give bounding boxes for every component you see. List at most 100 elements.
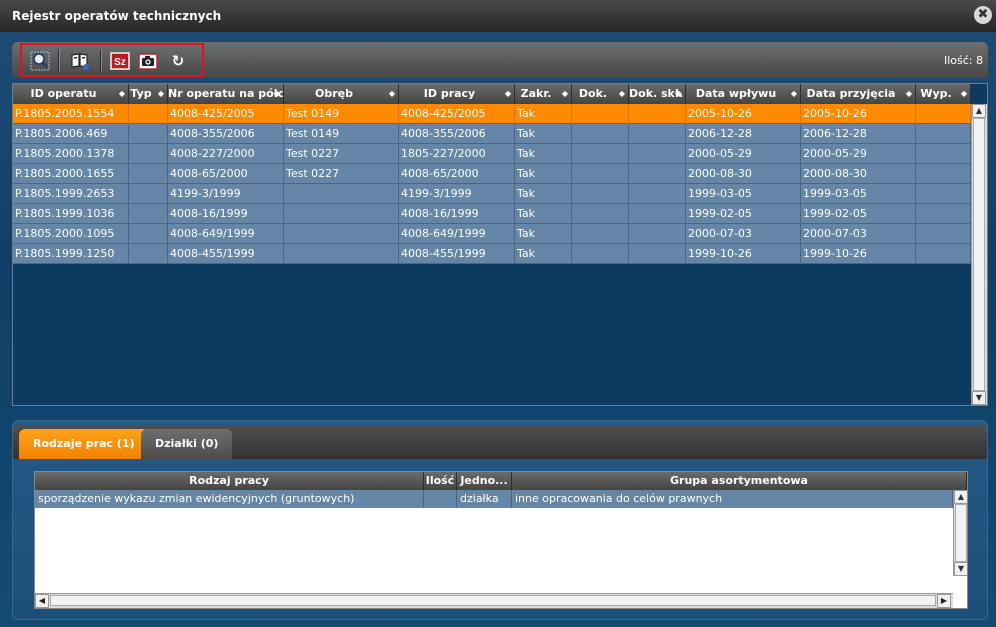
details-tabbar: Rodzaje prac (1) Działki (0)	[13, 425, 987, 459]
table-cell: 4008-425/2005	[399, 104, 515, 124]
table-row[interactable]: P.1805.2000.1378 4008-227/2000 Test 0227 18…	[13, 144, 971, 164]
table-cell	[629, 204, 686, 224]
table-cell	[284, 204, 399, 224]
tab-dzialki[interactable]: Działki (0)	[141, 429, 233, 459]
table-cell: 4008-16/1999	[168, 204, 284, 224]
scroll-left-button[interactable]: ◀	[35, 594, 49, 608]
table-cell: 2000-08-30	[686, 164, 801, 184]
scroll-down-button[interactable]: ▼	[972, 391, 986, 405]
column-header[interactable]: Typ ◆	[129, 84, 168, 104]
tab-rodzaje-prac[interactable]: Rodzaje prac (1)	[19, 429, 149, 459]
table-cell: P.1805.1999.1250	[13, 244, 129, 264]
search-preview-button[interactable]	[30, 51, 50, 71]
sort-arrows-icon: ◆	[504, 89, 511, 98]
table-cell	[572, 184, 629, 204]
sort-arrows-icon: ◆	[960, 89, 967, 98]
column-header-label: Dok.	[578, 87, 608, 100]
table-cell	[284, 244, 399, 264]
scroll-thumb[interactable]	[50, 595, 936, 606]
table-cell	[629, 224, 686, 244]
table-row[interactable]: P.1805.2000.1655 4008-65/2000 Test 0227 400…	[13, 164, 971, 184]
column-header[interactable]: Zakr. ◆	[515, 84, 572, 104]
svg-text:Sz: Sz	[114, 57, 126, 68]
arrow-left-icon: ◀	[38, 596, 46, 605]
toolbar-separator	[58, 50, 60, 72]
table-cell	[916, 244, 971, 264]
table-cell	[572, 124, 629, 144]
table-cell: Tak	[515, 244, 572, 264]
book-icon	[71, 53, 89, 70]
table-cell	[572, 244, 629, 264]
open-book-button[interactable]	[70, 51, 90, 71]
column-header-label: ID operatu	[30, 87, 97, 100]
column-header[interactable]: Obręb ◆	[284, 84, 399, 104]
column-header[interactable]: Dok. skł. ◆	[629, 84, 686, 104]
table-cell: 2000-05-29	[801, 144, 916, 164]
table-cell: 4008-355/2006	[399, 124, 515, 144]
table-cell	[572, 104, 629, 124]
scroll-up-button[interactable]: ▲	[954, 490, 967, 504]
column-header[interactable]: Grupa asortymentowa	[512, 472, 967, 490]
table-cell	[129, 224, 168, 244]
cell-jednostka: działka	[457, 490, 512, 508]
scroll-up-button[interactable]: ▲	[972, 104, 986, 118]
column-header[interactable]: Data wpływu ◆	[686, 84, 801, 104]
column-header[interactable]: ID pracy ◆	[399, 84, 515, 104]
subtable-vertical-scrollbar[interactable]: ▲ ▼	[953, 490, 967, 576]
toolbar-highlighted-group: Sz ↻	[20, 43, 204, 77]
column-header-label: ID pracy	[423, 87, 476, 100]
close-button[interactable]: ✖	[974, 6, 992, 24]
table-cell	[284, 224, 399, 244]
table-cell: Tak	[515, 184, 572, 204]
scroll-thumb[interactable]	[955, 504, 967, 562]
table-cell: P.1805.2000.1378	[13, 144, 129, 164]
subtable-horizontal-scrollbar[interactable]: ◀ ▶	[35, 593, 953, 608]
table-row[interactable]: P.1805.2005.1554 4008-425/2005 Test 0149 40…	[13, 104, 971, 124]
table-cell: 2000-08-30	[801, 164, 916, 184]
scroll-right-button[interactable]: ▶	[937, 594, 951, 608]
table-cell	[572, 224, 629, 244]
refresh-button[interactable]: ↻	[168, 51, 188, 71]
column-header[interactable]: Rodzaj pracy	[35, 472, 424, 490]
table-header: ID operatu ◆ Typ ◆ Nr operatu na półce ◆ Obręb…	[13, 84, 971, 104]
table-row[interactable]: P.1805.1999.2653 4199-3/1999 4199-3/1999 Ta…	[13, 184, 971, 204]
table-cell	[284, 184, 399, 204]
table-cell	[916, 184, 971, 204]
table-cell: Tak	[515, 104, 572, 124]
table-row[interactable]: sporządzenie wykazu zmian ewidencyjnych …	[35, 490, 953, 508]
table-cell	[629, 144, 686, 164]
column-header[interactable]: Ilość	[424, 472, 457, 490]
column-header[interactable]: Wyp. ◆	[916, 84, 971, 104]
table-cell	[129, 124, 168, 144]
sz-button[interactable]: Sz	[110, 51, 130, 71]
arrow-up-icon: ▲	[957, 492, 965, 501]
table-vertical-scrollbar[interactable]: ▲ ▼	[971, 104, 987, 405]
table-cell: P.1805.2000.1655	[13, 164, 129, 184]
table-cell: 4008-455/1999	[168, 244, 284, 264]
table-cell	[916, 224, 971, 244]
window-titlebar: Rejestr operatów technicznych ✖	[0, 0, 996, 32]
sort-arrows-icon: ◆	[561, 89, 568, 98]
column-header[interactable]: Jedno...	[457, 472, 512, 490]
table-cell	[572, 144, 629, 164]
table-row[interactable]: P.1805.2000.1095 4008-649/1999 4008-649/19…	[13, 224, 971, 244]
table-cell	[916, 164, 971, 184]
sort-arrows-icon: ◆	[618, 89, 625, 98]
column-header[interactable]: Dok. ◆	[572, 84, 629, 104]
scroll-down-button[interactable]: ▼	[954, 562, 967, 576]
column-header[interactable]: Nr operatu na półce ◆	[168, 84, 284, 104]
table-cell: 4008-227/2000	[168, 144, 284, 164]
column-header-label: Wyp.	[920, 87, 952, 100]
camera-button[interactable]	[138, 51, 158, 71]
table-cell: 2000-07-03	[801, 224, 916, 244]
column-header[interactable]: ID operatu ◆	[13, 84, 129, 104]
table-cell: 4199-3/1999	[168, 184, 284, 204]
work-types-table: Rodzaj pracy Ilość Jedno... Grupa asorty…	[34, 471, 968, 609]
scroll-thumb[interactable]	[973, 118, 985, 391]
table-cell: P.1805.1999.2653	[13, 184, 129, 204]
table-cell	[629, 124, 686, 144]
table-row[interactable]: P.1805.1999.1036 4008-16/1999 4008-16/1999…	[13, 204, 971, 224]
table-row[interactable]: P.1805.2006.469 4008-355/2006 Test 0149 400…	[13, 124, 971, 144]
column-header[interactable]: Data przyjęcia ◆	[801, 84, 916, 104]
table-row[interactable]: P.1805.1999.1250 4008-455/1999 4008-455/19…	[13, 244, 971, 264]
